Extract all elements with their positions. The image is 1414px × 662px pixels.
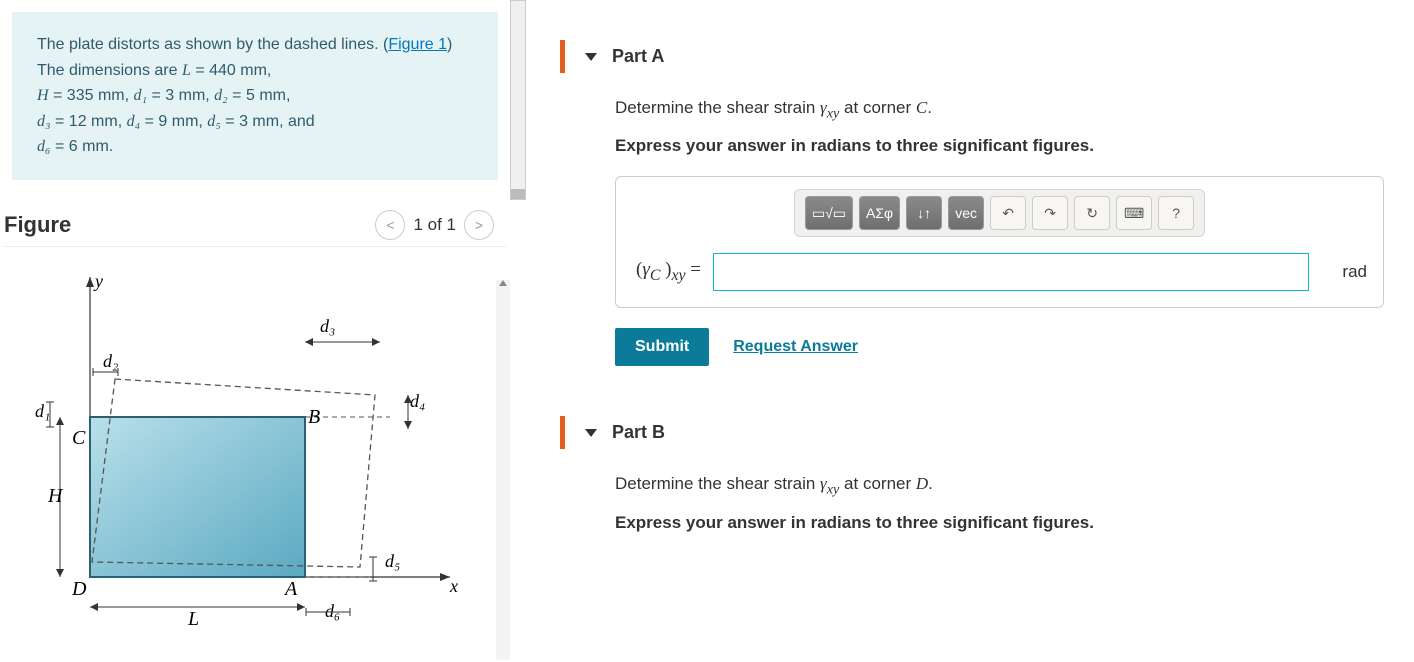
request-answer-link[interactable]: Request Answer bbox=[733, 338, 858, 356]
figure-header: Figure < 1 of 1 > bbox=[4, 180, 506, 247]
period: . bbox=[109, 138, 113, 155]
corner-C-label: C bbox=[72, 427, 86, 449]
d5-var: d₅ bbox=[207, 113, 221, 130]
part-a-buttons: Submit Request Answer bbox=[615, 328, 1384, 366]
and-text: , and bbox=[279, 113, 315, 130]
d6-var: d₆ bbox=[37, 138, 51, 155]
d2-label: d₂ bbox=[103, 351, 118, 371]
caret-down-icon bbox=[585, 53, 597, 61]
right-panel: Part A Determine the shear strain γxy at… bbox=[530, 0, 1414, 662]
L-var: L bbox=[182, 62, 191, 79]
part-a-section: Part A bbox=[560, 40, 1384, 73]
part-a-body: Determine the shear strain γxy at corner… bbox=[560, 73, 1384, 366]
answer-box-a: ▭√▭ ΑΣφ ↓↑ vec ↶ ↷ ↻ ⌨ ? (γC )xy = rad bbox=[615, 176, 1384, 308]
problem-intro-a: The plate distorts as shown by the dashe… bbox=[37, 36, 388, 53]
figure-prev-button[interactable]: < bbox=[375, 210, 405, 240]
redo-button[interactable]: ↷ bbox=[1032, 196, 1068, 230]
d2-val: = 5 mm bbox=[228, 87, 286, 104]
part-b-prompt-pre: Determine the shear strain bbox=[615, 474, 820, 493]
axis-y-label: y bbox=[93, 271, 103, 291]
answer-input-a[interactable] bbox=[713, 253, 1309, 291]
figure-nav-label: 1 of 1 bbox=[413, 215, 456, 235]
d6-label: d₆ bbox=[325, 601, 340, 621]
axis-x-label: x bbox=[449, 576, 458, 596]
figure-nav: < 1 of 1 > bbox=[375, 210, 494, 240]
subscript-button[interactable]: ↓↑ bbox=[906, 196, 942, 230]
keyboard-button[interactable]: ⌨ bbox=[1116, 196, 1152, 230]
d1-var: d₁ bbox=[133, 87, 147, 104]
corner-A-label: A bbox=[283, 578, 298, 600]
d1-val: = 3 mm bbox=[147, 87, 205, 104]
L-label: L bbox=[187, 608, 199, 627]
answer-row: (γC )xy = rad bbox=[632, 253, 1367, 291]
part-b-prompt-post: at corner bbox=[839, 474, 916, 493]
part-b-prompt: Determine the shear strain γxy at corner… bbox=[615, 474, 1384, 498]
H-val: = 335 mm bbox=[49, 87, 125, 104]
equation-toolbar: ▭√▭ ΑΣφ ↓↑ vec ↶ ↷ ↻ ⌨ ? bbox=[794, 189, 1205, 237]
d3-var: d₃ bbox=[37, 113, 51, 130]
gamma-sub-b: xy bbox=[827, 482, 840, 498]
d4-val: = 9 mm bbox=[140, 113, 198, 130]
part-a-title: Part A bbox=[612, 46, 664, 67]
part-b-instruct: Express your answer in radians to three … bbox=[615, 513, 1384, 533]
submit-button[interactable]: Submit bbox=[615, 328, 709, 366]
panel-divider[interactable] bbox=[510, 0, 530, 662]
caret-down-icon bbox=[585, 429, 597, 437]
figure-svg: y x d₁ d₂ d₃ d₄ bbox=[10, 267, 470, 627]
divider-scrollbar[interactable] bbox=[510, 0, 526, 200]
part-b-body: Determine the shear strain γxy at corner… bbox=[560, 449, 1384, 532]
figure-image: y x d₁ d₂ d₃ d₄ bbox=[0, 247, 510, 647]
vector-button[interactable]: vec bbox=[948, 196, 984, 230]
d3-label: d₃ bbox=[320, 316, 335, 336]
d2-var: d₂ bbox=[214, 87, 228, 104]
part-a-prompt: Determine the shear strain γxy at corner… bbox=[615, 98, 1384, 122]
d4-var: d₄ bbox=[127, 113, 141, 130]
part-a-prompt-post: at corner bbox=[839, 98, 916, 117]
gamma-sub: xy bbox=[827, 105, 840, 121]
d4-label: d₄ bbox=[410, 391, 425, 411]
d5-val: = 3 mm bbox=[221, 113, 279, 130]
undo-button[interactable]: ↶ bbox=[990, 196, 1026, 230]
part-b-corner: D bbox=[916, 474, 928, 493]
part-b-section: Part B bbox=[560, 416, 1384, 449]
d6-val: = 6 mm bbox=[51, 138, 109, 155]
gamma-symbol-b: γ bbox=[820, 474, 827, 493]
part-a-instruct: Express your answer in radians to three … bbox=[615, 136, 1384, 156]
part-a-prompt-pre: Determine the shear strain bbox=[615, 98, 820, 117]
divider-scrollbar-thumb[interactable] bbox=[511, 189, 525, 199]
part-a-header[interactable]: Part A bbox=[565, 40, 1384, 73]
part-b-title: Part B bbox=[612, 422, 665, 443]
reset-button[interactable]: ↻ bbox=[1074, 196, 1110, 230]
H-var: H bbox=[37, 87, 49, 104]
left-panel: The plate distorts as shown by the dashe… bbox=[0, 0, 510, 662]
corner-B-label: B bbox=[308, 406, 320, 428]
left-scrollbar[interactable] bbox=[496, 280, 510, 660]
figure-next-button[interactable]: > bbox=[464, 210, 494, 240]
d5-label: d₅ bbox=[385, 551, 400, 571]
figure-title: Figure bbox=[4, 212, 71, 238]
corner-D-label: D bbox=[71, 578, 87, 600]
problem-statement: The plate distorts as shown by the dashe… bbox=[12, 12, 498, 180]
L-val: = 440 mm bbox=[191, 62, 267, 79]
d3-val: = 12 mm bbox=[51, 113, 118, 130]
d1-label: d₁ bbox=[35, 401, 50, 421]
greek-button[interactable]: ΑΣφ bbox=[859, 196, 900, 230]
gamma-symbol: γ bbox=[820, 98, 827, 117]
help-button[interactable]: ? bbox=[1158, 196, 1194, 230]
figure-link[interactable]: Figure 1 bbox=[388, 36, 447, 53]
part-a-corner: C bbox=[916, 98, 927, 117]
templates-button[interactable]: ▭√▭ bbox=[805, 196, 853, 230]
part-b-header[interactable]: Part B bbox=[565, 416, 1384, 449]
H-label: H bbox=[47, 485, 64, 507]
answer-unit: rad bbox=[1342, 262, 1367, 282]
answer-lhs: (γC )xy = bbox=[632, 259, 705, 285]
